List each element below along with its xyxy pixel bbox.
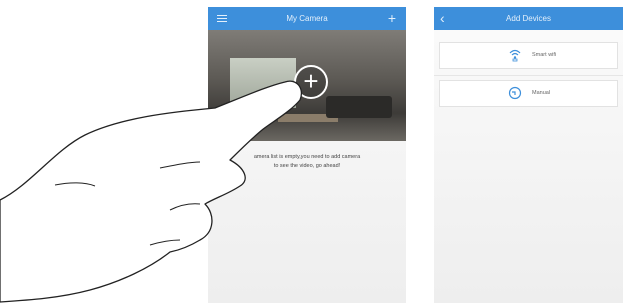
hand-illustration: [0, 80, 302, 303]
